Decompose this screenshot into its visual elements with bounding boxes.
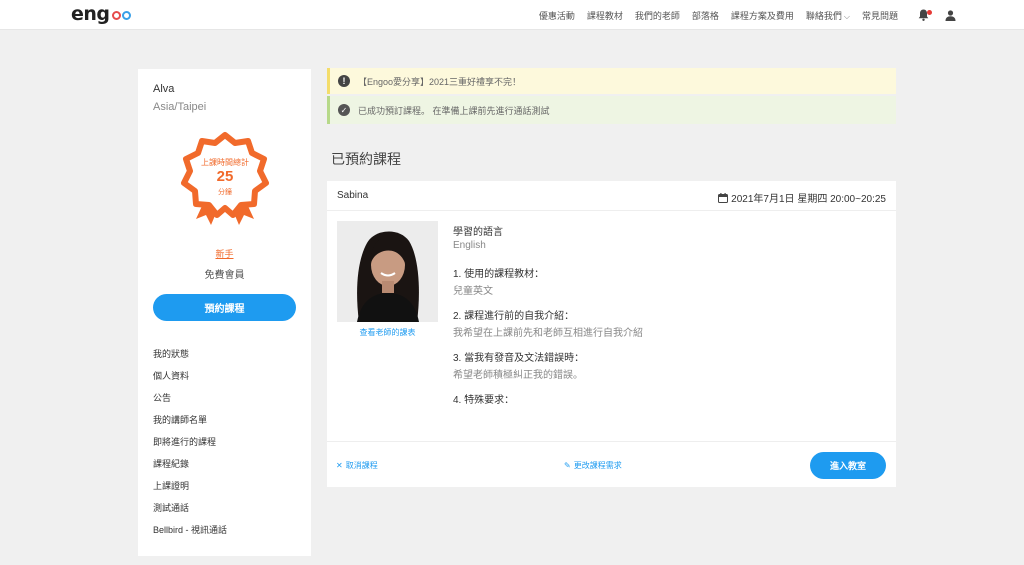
- logo-text: eng: [71, 3, 110, 25]
- enter-classroom-button[interactable]: 進入教室: [810, 452, 886, 479]
- badge-minutes: 25: [216, 168, 234, 185]
- profile-sidebar: Alva Asia/Taipei 上課時間總計 25 分鐘 新手 免費會員 預約…: [138, 69, 311, 556]
- intro-value: 我希望在上課前先和老師互相進行自我介紹: [453, 328, 643, 339]
- teacher-schedule-link[interactable]: 查看老師的課表: [337, 327, 438, 338]
- teacher-photo[interactable]: [337, 221, 438, 322]
- language-label: 學習的語言: [453, 227, 503, 238]
- success-alert: ✓ 已成功預訂課程。 在準備上課前先進行通話測試: [327, 96, 896, 124]
- nav-blog[interactable]: 部落格: [692, 9, 719, 22]
- sidebar-item-status[interactable]: 我的狀態: [153, 342, 227, 364]
- bell-icon[interactable]: [918, 9, 932, 21]
- nav-teachers[interactable]: 我們的老師: [635, 9, 680, 22]
- badge-unit: 分鐘: [218, 189, 232, 196]
- promo-alert[interactable]: ! 【Engoo愛分享】2021三重好禮享不完！: [327, 68, 896, 94]
- engoo-logo[interactable]: eng: [71, 3, 131, 25]
- sidebar-item-bellbird[interactable]: Bellbird - 視訊通話: [153, 518, 227, 540]
- user-timezone: Asia/Taipei: [153, 101, 207, 113]
- correction-value: 希望老師積極糾正我的錯誤。: [453, 370, 583, 381]
- membership-status: 免費會員: [204, 270, 245, 281]
- logo-rings-icon: [111, 8, 131, 20]
- cancel-lesson-link[interactable]: ✕ 取消課程: [336, 460, 378, 471]
- book-lesson-button[interactable]: 預約課程: [153, 294, 296, 321]
- top-navbar: eng 優惠活動 課程教材 我們的老師 部落格 課程方案及費用 聯絡我們 ⌵ 常見…: [0, 0, 1024, 30]
- sidebar-item-profile[interactable]: 個人資料: [153, 364, 227, 386]
- user-icon[interactable]: [945, 9, 956, 21]
- promo-alert-text: 【Engoo愛分享】2021三重好禮享不完！: [358, 76, 522, 87]
- chevron-down-icon: ⌵: [843, 11, 850, 21]
- nav-contact[interactable]: 聯絡我們 ⌵: [806, 9, 850, 22]
- sidebar-item-certificate[interactable]: 上課證明: [153, 474, 227, 496]
- nav-faq[interactable]: 常見問題: [862, 9, 898, 22]
- teacher-name: Sabina: [337, 190, 369, 201]
- page-title: 已預約課程: [331, 151, 401, 167]
- booked-lesson-card: Sabina 2021年7月1日 星期四 20:00~20:25 查看老師的課表…: [327, 181, 896, 487]
- material-label: 1. 使用的課程教材：: [453, 269, 545, 280]
- lesson-card-header: Sabina 2021年7月1日 星期四 20:00~20:25: [327, 181, 896, 211]
- special-request-label: 4. 特殊要求：: [453, 395, 515, 406]
- exclamation-icon: !: [338, 75, 350, 87]
- sidebar-item-tutor-list[interactable]: 我的講師名單: [153, 408, 227, 430]
- nav-promotions[interactable]: 優惠活動: [539, 9, 575, 22]
- level-link[interactable]: 新手: [138, 247, 311, 260]
- sidebar-item-upcoming[interactable]: 即將進行的課程: [153, 430, 227, 452]
- check-circle-icon: ✓: [338, 104, 350, 116]
- badge-title: 上課時間總計: [201, 158, 249, 167]
- correction-label: 3. 當我有發音及文法錯誤時：: [453, 353, 585, 364]
- intro-label: 2. 課程進行前的自我介紹：: [453, 311, 575, 322]
- calendar-icon: [718, 192, 729, 203]
- lesson-card-footer: ✕ 取消課程 ✎ 更改課程需求 進入教室: [327, 441, 896, 487]
- user-name: Alva: [153, 83, 175, 95]
- lesson-details: 學習的語言 English 1. 使用的課程教材： 兒童英文 2. 課程進行前的…: [453, 223, 873, 406]
- close-icon: ✕: [336, 461, 343, 470]
- edit-request-label: 更改課程需求: [573, 461, 622, 470]
- nav-materials[interactable]: 課程教材: [587, 9, 623, 22]
- lesson-datetime: 2021年7月1日 星期四 20:00~20:25: [718, 190, 886, 205]
- sidebar-menu: 我的狀態 個人資料 公告 我的講師名單 即將進行的課程 課程紀錄 上課證明 測試…: [153, 342, 227, 540]
- nav-contact-label: 聯絡我們: [805, 10, 842, 21]
- main-nav: 優惠活動 課程教材 我們的老師 部落格 課程方案及費用 聯絡我們 ⌵ 常見問題: [533, 0, 1024, 30]
- sidebar-item-test-call[interactable]: 測試通話: [153, 496, 227, 518]
- sidebar-item-announcements[interactable]: 公告: [153, 386, 227, 408]
- edit-request-link[interactable]: ✎ 更改課程需求: [564, 460, 622, 471]
- language-value: English: [453, 240, 486, 251]
- material-value: 兒童英文: [453, 286, 493, 297]
- sidebar-item-history[interactable]: 課程紀錄: [153, 452, 227, 474]
- lesson-datetime-text: 2021年7月1日 星期四 20:00~20:25: [731, 194, 886, 205]
- notification-dot: [927, 10, 932, 15]
- pencil-icon: ✎: [564, 461, 571, 470]
- nav-pricing[interactable]: 課程方案及費用: [731, 9, 794, 22]
- success-alert-text: 已成功預訂課程。 在準備上課前先進行通話測試: [358, 105, 550, 116]
- cancel-lesson-label: 取消課程: [345, 461, 378, 470]
- lesson-time-badge: 上課時間總計 25 分鐘: [178, 131, 272, 227]
